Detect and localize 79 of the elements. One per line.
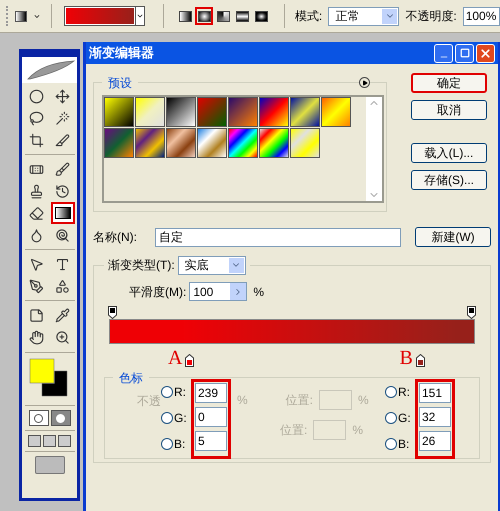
opacity-label: 不透明度: xyxy=(405,8,457,25)
dialog-button[interactable]: 新建(W) xyxy=(415,227,491,247)
gradient-picker[interactable] xyxy=(64,6,146,26)
percent-label: % xyxy=(237,392,248,409)
radio-button[interactable] xyxy=(385,386,397,398)
gradient-preset[interactable] xyxy=(290,128,320,158)
channel-field[interactable]: 26 xyxy=(419,431,451,451)
channel-label: R: xyxy=(174,384,187,401)
channel-label: R: xyxy=(398,384,411,401)
gradient-preset[interactable] xyxy=(228,128,258,158)
gradient-preset[interactable] xyxy=(197,128,227,158)
caret-icon xyxy=(136,12,144,20)
gradient-preset[interactable] xyxy=(166,97,196,127)
channel-field[interactable]: 5 xyxy=(195,431,227,451)
gradient-preset[interactable] xyxy=(321,97,351,127)
close-icon[interactable] xyxy=(476,44,495,62)
gradient-type-select[interactable]: 实底 xyxy=(178,256,246,274)
percent-label: % xyxy=(352,422,364,439)
dialog-button[interactable]: 取消 xyxy=(411,100,487,120)
group-title: 色标 xyxy=(113,369,149,387)
channel-field[interactable]: 151 xyxy=(419,383,451,403)
quick-mask-icon[interactable] xyxy=(50,410,70,426)
channel-field[interactable]: 32 xyxy=(419,407,451,427)
location-field[interactable] xyxy=(319,390,352,410)
background-color[interactable] xyxy=(41,370,67,396)
radio-button[interactable] xyxy=(161,412,173,424)
name-label: 名称(N): xyxy=(93,229,138,246)
radio-button[interactable] xyxy=(161,438,173,450)
location-label: 位置: xyxy=(286,392,314,409)
gradient-preset[interactable] xyxy=(135,97,165,127)
gradient-preset[interactable] xyxy=(259,97,289,127)
smoothness-label: 平滑度(M): xyxy=(129,284,186,300)
opacity-stop[interactable] xyxy=(108,306,117,319)
gradient-swatch xyxy=(65,7,136,25)
smoothness-field[interactable]: 100 xyxy=(189,282,248,301)
location-label: 位置: xyxy=(280,422,308,439)
gradient-preset[interactable] xyxy=(259,128,289,158)
channel-label: B: xyxy=(174,436,186,453)
opacity-stop[interactable] xyxy=(467,306,476,319)
screen-mode-icon[interactable] xyxy=(28,435,41,447)
screen-mode-icon[interactable] xyxy=(58,435,71,447)
channel-field[interactable]: 239 xyxy=(195,383,227,403)
dialog-button[interactable]: 存储(S)... xyxy=(411,170,487,190)
channel-label: G: xyxy=(398,410,412,427)
channel-field[interactable]: 0 xyxy=(195,407,227,427)
stop-label: B xyxy=(399,349,413,367)
dialog-button[interactable]: 载入(L)... xyxy=(411,143,487,163)
color-stop[interactable] xyxy=(416,354,425,367)
opacity-field[interactable]: 100% xyxy=(462,6,500,26)
channel-label: G: xyxy=(174,410,188,427)
mode-label: 模式: xyxy=(294,8,322,25)
percent-label: % xyxy=(253,284,264,300)
radio-button[interactable] xyxy=(385,412,397,424)
standard-mode-icon[interactable] xyxy=(28,410,48,426)
gradient-preset[interactable] xyxy=(104,97,134,127)
foreground-color[interactable] xyxy=(29,358,54,384)
gradient-style-button[interactable] xyxy=(195,7,214,25)
gradient-preset[interactable] xyxy=(290,97,320,127)
feather-logo xyxy=(22,57,77,83)
gradient-icon[interactable] xyxy=(14,10,28,22)
dialog-button[interactable]: 确定 xyxy=(411,73,487,93)
group-title: 预设 xyxy=(102,74,138,92)
color-stop[interactable] xyxy=(185,354,194,367)
mode-select[interactable]: 正常 xyxy=(328,6,400,26)
opacity-label: 不透 xyxy=(136,393,161,410)
maximize-icon[interactable] xyxy=(455,44,474,62)
gradient-icon[interactable] xyxy=(50,202,74,224)
screen-mode-icon[interactable] xyxy=(43,435,56,447)
minimize-icon[interactable] xyxy=(434,44,453,62)
name-field[interactable]: 自定 xyxy=(155,228,401,246)
percent-label: % xyxy=(358,392,369,409)
location-field[interactable] xyxy=(313,420,346,440)
window-title: 渐变编辑器 xyxy=(89,44,154,62)
gradient-type-label: 渐变类型(T): xyxy=(108,257,175,274)
stop-label: A xyxy=(168,349,182,367)
channel-label: B: xyxy=(398,436,410,453)
radio-button[interactable] xyxy=(161,386,173,398)
gradient-preset[interactable] xyxy=(135,128,165,158)
radio-button[interactable] xyxy=(385,438,397,450)
